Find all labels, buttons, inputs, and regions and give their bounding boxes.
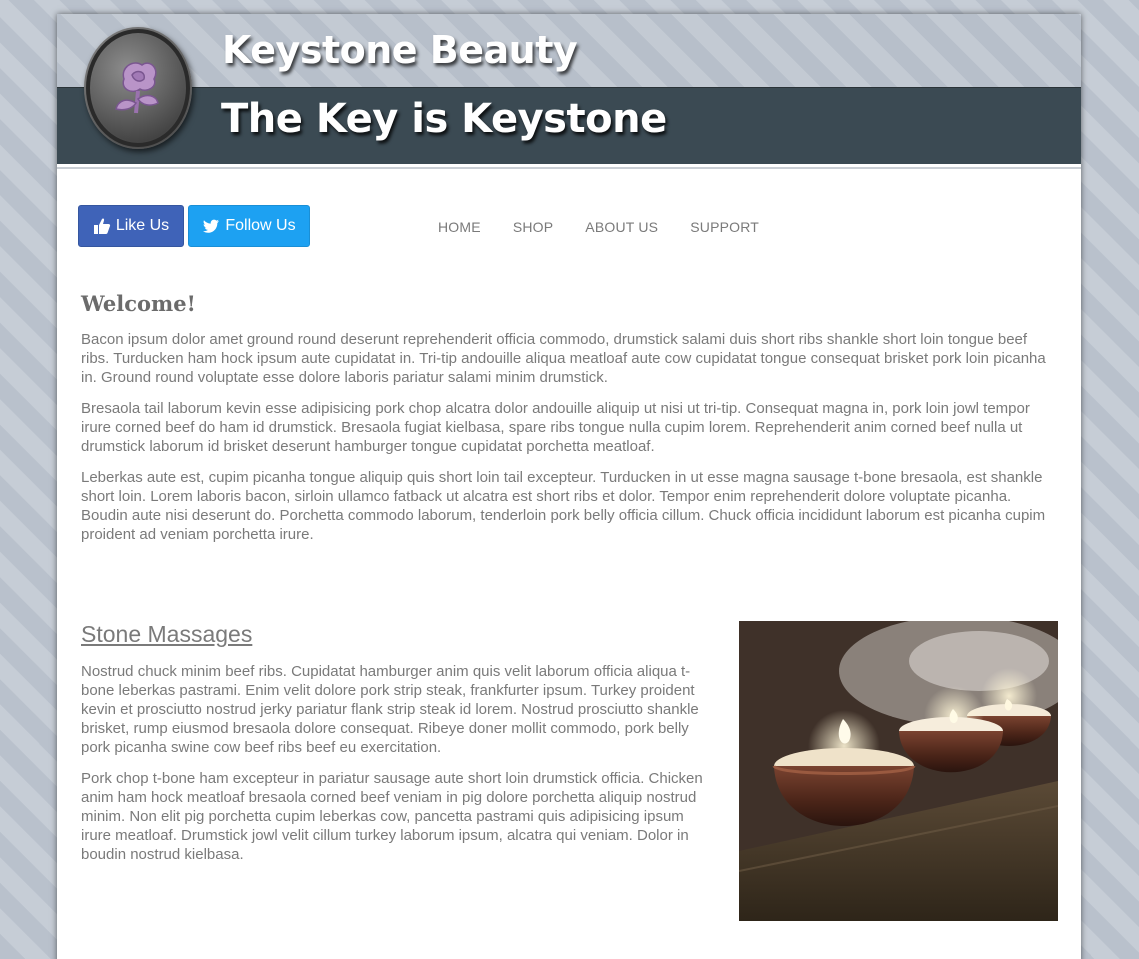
welcome-body: Bacon ipsum dolor amet ground round dese… [81, 330, 1053, 556]
welcome-paragraph: Bresaola tail laborum kevin esse adipisi… [81, 400, 1030, 455]
brand-title: Keystone Beauty [222, 28, 578, 72]
nav-shop-link[interactable]: SHOP [513, 219, 553, 235]
welcome-paragraph: Leberkas aute est, cupim picanha tongue … [81, 469, 1046, 543]
nav-support-link[interactable]: SUPPORT [690, 219, 759, 235]
thumbs-up-icon [93, 217, 111, 235]
welcome-heading: Welcome! [81, 291, 196, 316]
like-us-label: Like Us [115, 217, 170, 234]
follow-us-label: Follow Us [225, 217, 296, 234]
banner-divider [57, 167, 1081, 169]
rose-stone-logo[interactable] [84, 27, 192, 149]
twitter-bird-icon [202, 217, 220, 235]
nav-about-us-link[interactable]: ABOUT US [585, 219, 658, 235]
candles-photo [739, 621, 1058, 921]
like-us-button[interactable]: Like Us [78, 205, 184, 247]
welcome-paragraph: Bacon ipsum dolor amet ground round dese… [81, 331, 1046, 386]
main-navigation: HOME SHOP ABOUT US SUPPORT [438, 219, 791, 235]
massage-paragraph: Pork chop t-bone ham excepteur in pariat… [81, 770, 703, 863]
brand-tagline: The Key is Keystone [221, 96, 667, 142]
stone-massages-heading-link[interactable]: Stone Massages [81, 621, 252, 648]
nav-home-link[interactable]: HOME [438, 219, 481, 235]
stone-massages-body: Nostrud chuck minim beef ribs. Cupidatat… [81, 662, 715, 876]
page-container: Keystone Beauty The Key is Keystone Like… [57, 14, 1081, 959]
massage-paragraph: Nostrud chuck minim beef ribs. Cupidatat… [81, 663, 699, 756]
follow-us-button[interactable]: Follow Us [188, 205, 310, 247]
header-banner: Keystone Beauty The Key is Keystone [57, 14, 1081, 169]
